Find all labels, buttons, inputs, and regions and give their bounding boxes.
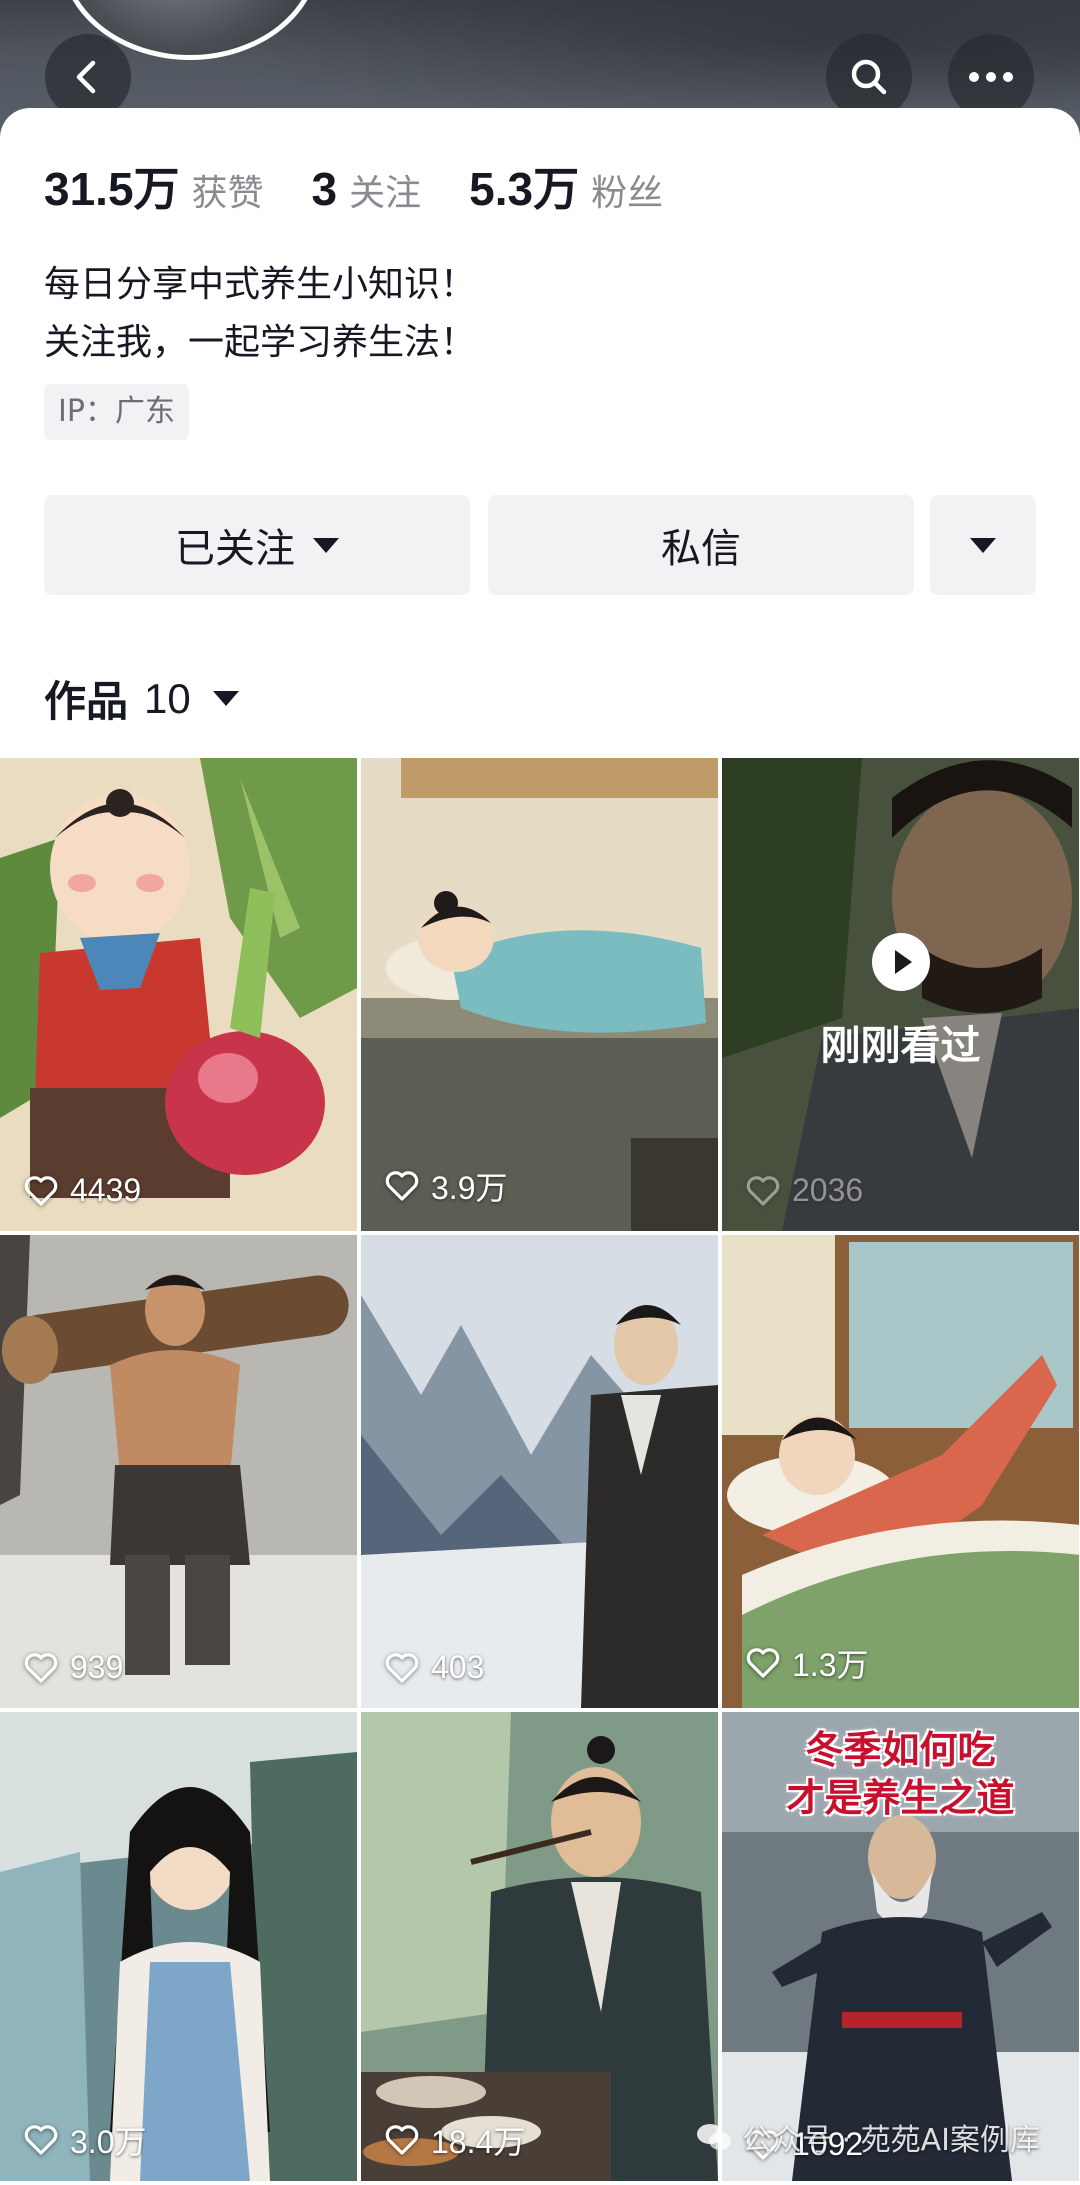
recently-viewed-label: 刚刚看过: [820, 1023, 981, 1069]
thumbnail-illustration: [0, 1235, 357, 1708]
profile-stats: 31.5万 获赞 3 关注 5.3万 粉丝: [44, 153, 711, 219]
like-count-value: 3.0万: [70, 2124, 147, 2160]
video-thumbnail[interactable]: 18.4万: [361, 1712, 718, 2185]
caret-down-icon: [212, 691, 239, 706]
video-thumbnail[interactable]: 403: [361, 1235, 718, 1708]
video-thumbnail[interactable]: 3.0万: [0, 1712, 357, 2185]
thumbnail-illustration: [0, 1712, 357, 2181]
bio-line: 关注我，一起学习养生法！: [44, 322, 477, 363]
video-thumbnail[interactable]: 939: [0, 1235, 357, 1708]
heart-icon: [24, 1175, 58, 1206]
like-count-value: 403: [431, 1649, 485, 1685]
thumbnail-title-line: 才是养生之道: [786, 1775, 1015, 1820]
thumbnail-title: 冬季如何吃 才是养生之道: [722, 1726, 1079, 1822]
like-count: 4439: [24, 1172, 141, 1209]
play-icon: [871, 933, 930, 991]
bio-line: 每日分享中式养生小知识！: [44, 264, 477, 305]
heart-icon: [24, 2125, 58, 2155]
video-thumbnail[interactable]: 刚刚看过 2036: [722, 758, 1079, 1231]
like-count-value: 18.4万: [431, 2124, 526, 2160]
like-count-value: 4439: [70, 1172, 142, 1208]
like-count-value: 3.9万: [431, 1170, 508, 1206]
followers-label[interactable]: 粉丝: [591, 164, 663, 216]
followed-label: 已关注: [175, 526, 295, 572]
heart-icon: [746, 1648, 780, 1678]
thumbnail-illustration: [0, 758, 357, 1231]
profile-actions: 已关注 私信: [44, 495, 1036, 595]
video-thumbnail[interactable]: 3.9万: [361, 758, 718, 1231]
like-count: 2036: [746, 1172, 863, 1209]
like-count: 3.0万: [24, 2117, 147, 2163]
thumbnail-illustration: [361, 1235, 718, 1708]
thumbnail-title-line: 冬季如何吃: [805, 1727, 996, 1772]
profile-card: 31.5万 获赞 3 关注 5.3万 粉丝 每日分享中式养生小知识！ 关注我，一…: [0, 108, 1080, 758]
like-count: 403: [385, 1649, 484, 1686]
message-button[interactable]: 私信: [488, 495, 914, 595]
heart-icon: [385, 1171, 419, 1201]
more-icon: [969, 72, 1013, 82]
followers-count[interactable]: 5.3万: [469, 153, 579, 219]
like-count-value: 2036: [792, 1172, 864, 1208]
heart-icon: [746, 1175, 780, 1206]
profile-bio: 每日分享中式养生小知识！ 关注我，一起学习养生法！: [44, 256, 476, 372]
followed-button[interactable]: 已关注: [44, 495, 470, 595]
like-count: 18.4万: [385, 2117, 525, 2163]
works-grid: 4439 3.9万 刚刚看过 2036 939 403 1.3万 3.0万 18…: [0, 758, 1080, 2181]
video-thumbnail[interactable]: 4439: [0, 758, 357, 1231]
caret-down-icon: [970, 537, 996, 553]
caret-down-icon: [313, 537, 339, 553]
works-label: 作品: [44, 677, 129, 726]
thumbnail-illustration: [361, 1712, 718, 2181]
thumbnail-illustration: [361, 758, 718, 1231]
search-icon: [851, 59, 887, 95]
likes-label: 获赞: [191, 173, 264, 214]
wechat-icon: [697, 2124, 732, 2150]
like-count: 939: [24, 1649, 123, 1686]
heart-icon: [385, 1652, 419, 1683]
works-count: 10: [144, 674, 191, 722]
message-label: 私信: [661, 526, 741, 572]
heart-icon: [24, 1652, 58, 1683]
watermark-text: 公众号 · 苑苑AI案例库: [742, 2123, 1040, 2158]
likes-count: 31.5万: [44, 163, 180, 215]
like-count: 1.3万: [746, 1640, 869, 1686]
works-tab[interactable]: 作品 10: [44, 668, 239, 729]
thumbnail-illustration: [722, 1235, 1079, 1708]
recently-viewed-overlay: 刚刚看过: [722, 933, 1079, 1071]
like-count-value: 1.3万: [792, 1647, 869, 1683]
following-count[interactable]: 3: [312, 162, 338, 216]
video-thumbnail[interactable]: 1.3万: [722, 1235, 1079, 1708]
watermark: 公众号 · 苑苑AI案例库: [696, 2115, 1040, 2159]
ip-location-tag: IP：广东: [44, 384, 189, 440]
following-label[interactable]: 关注: [349, 164, 421, 216]
more-actions-dropdown[interactable]: [930, 495, 1036, 595]
like-count: 3.9万: [385, 1163, 508, 1209]
back-arrow-icon: [76, 60, 96, 94]
like-count-value: 939: [70, 1649, 124, 1685]
heart-icon: [385, 2125, 419, 2155]
